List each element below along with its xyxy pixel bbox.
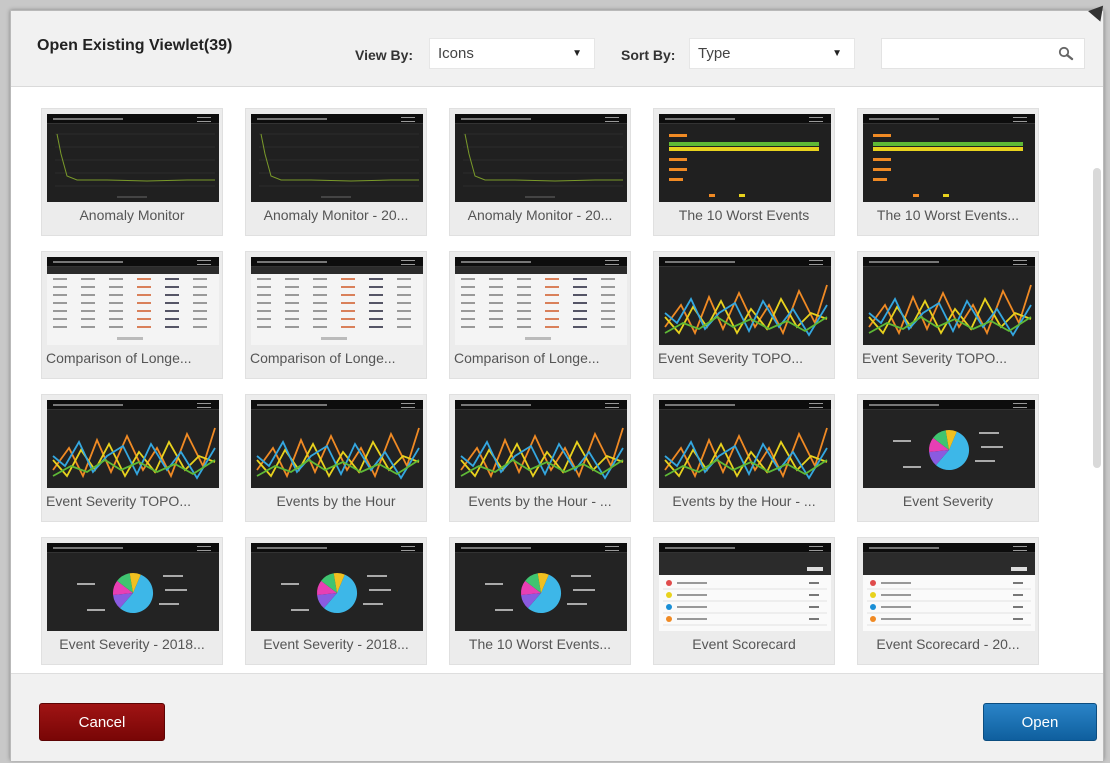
viewlet-thumbnail: [455, 257, 627, 345]
viewlet-tile[interactable]: Anomaly Monitor: [41, 108, 223, 236]
viewlet-tile[interactable]: Events by the Hour - ...: [653, 394, 835, 522]
sort-by-select[interactable]: Type ▼: [689, 38, 855, 69]
viewlet-thumbnail: [251, 114, 423, 202]
viewlet-tile[interactable]: Event Severity - 2018...: [245, 537, 427, 665]
viewlet-thumbnail: [659, 114, 831, 202]
viewlet-thumbnail: [455, 543, 627, 631]
viewlet-thumbnail: [47, 543, 219, 631]
viewlet-thumbnail: [863, 114, 1035, 202]
view-by-label: View By:: [355, 47, 414, 63]
search-icon[interactable]: [1058, 46, 1074, 62]
viewlet-name: Comparison of Longe...: [250, 350, 396, 366]
viewlet-tile[interactable]: Comparison of Longe...: [245, 251, 427, 379]
viewlet-name: Event Scorecard: [692, 636, 796, 652]
viewlet-thumbnail: [659, 400, 831, 488]
chevron-down-icon: ▼: [572, 48, 582, 59]
viewlet-tile[interactable]: Comparison of Longe...: [449, 251, 631, 379]
viewlet-name: Anomaly Monitor - 20...: [467, 207, 613, 223]
viewlet-name: Event Severity TOPO...: [862, 350, 1007, 366]
viewlet-thumbnail: [47, 114, 219, 202]
viewlet-tile[interactable]: Event Severity: [857, 394, 1039, 522]
viewlet-thumbnail: [251, 543, 423, 631]
viewlet-thumbnail: [455, 400, 627, 488]
viewlet-tile[interactable]: Event Severity TOPO...: [653, 251, 835, 379]
viewlet-thumbnail: [251, 400, 423, 488]
dialog-title: Open Existing Viewlet(39): [37, 37, 233, 54]
viewlet-name: Comparison of Longe...: [46, 350, 192, 366]
scrollbar[interactable]: [1093, 168, 1101, 468]
viewlet-tile[interactable]: The 10 Worst Events...: [449, 537, 631, 665]
viewlet-thumbnail: [863, 257, 1035, 345]
viewlet-tile[interactable]: The 10 Worst Events...: [857, 108, 1039, 236]
viewlet-tile[interactable]: Event Severity - 2018...: [41, 537, 223, 665]
viewlet-name: Events by the Hour - ...: [672, 493, 816, 509]
viewlet-name: Anomaly Monitor - 20...: [263, 207, 409, 223]
viewlet-tile[interactable]: Event Scorecard - 20...: [857, 537, 1039, 665]
chevron-down-icon: ▼: [832, 48, 842, 59]
viewlet-thumbnail: [251, 257, 423, 345]
viewlet-tile[interactable]: Comparison of Longe...: [41, 251, 223, 379]
viewlet-tile[interactable]: Events by the Hour - ...: [449, 394, 631, 522]
sort-by-value: Type: [698, 45, 731, 62]
viewlet-thumbnail: [863, 400, 1035, 488]
viewlet-thumbnail: [47, 257, 219, 345]
viewlet-thumbnail: [455, 114, 627, 202]
open-existing-viewlet-dialog: Open Existing Viewlet(39) View By: Icons…: [10, 5, 1108, 761]
viewlet-thumbnail: [659, 257, 831, 345]
viewlet-grid: Anomaly Monitor Anomaly Monitor - 20... An…: [41, 108, 1041, 665]
viewlet-name: The 10 Worst Events...: [876, 207, 1020, 223]
viewlet-tile[interactable]: Event Scorecard: [653, 537, 835, 665]
viewlet-tile[interactable]: Event Severity TOPO...: [41, 394, 223, 522]
viewlet-name: Events by the Hour: [276, 493, 396, 509]
open-button[interactable]: Open: [983, 703, 1097, 741]
viewlet-name: Event Severity - 2018...: [59, 636, 205, 652]
view-by-select[interactable]: Icons ▼: [429, 38, 595, 69]
viewlet-name: Events by the Hour - ...: [468, 493, 612, 509]
viewlet-tile[interactable]: Event Severity TOPO...: [857, 251, 1039, 379]
search-input[interactable]: [881, 38, 1085, 69]
viewlet-tile[interactable]: Anomaly Monitor - 20...: [449, 108, 631, 236]
viewlet-tile[interactable]: The 10 Worst Events: [653, 108, 835, 236]
viewlet-name: Event Scorecard - 20...: [876, 636, 1020, 652]
viewlet-name: Event Severity TOPO...: [46, 493, 191, 509]
viewlet-list: Anomaly Monitor Anomaly Monitor - 20... An…: [11, 88, 1103, 673]
viewlet-thumbnail: [659, 543, 831, 631]
viewlet-thumbnail: [47, 400, 219, 488]
viewlet-name: Event Severity - 2018...: [263, 636, 409, 652]
viewlet-name: Event Severity: [902, 493, 994, 509]
viewlet-name: Comparison of Longe...: [454, 350, 600, 366]
view-by-value: Icons: [438, 45, 474, 62]
viewlet-tile[interactable]: Anomaly Monitor - 20...: [245, 108, 427, 236]
sort-by-label: Sort By:: [621, 47, 676, 63]
viewlet-name: The 10 Worst Events...: [468, 636, 612, 652]
resize-corner-icon: [1088, 5, 1108, 25]
viewlet-thumbnail: [863, 543, 1035, 631]
dialog-footer: Cancel Open: [11, 673, 1103, 761]
viewlet-name: Anomaly Monitor: [79, 207, 185, 223]
cancel-button[interactable]: Cancel: [39, 703, 165, 741]
viewlet-name: The 10 Worst Events: [678, 207, 810, 223]
viewlet-tile[interactable]: Events by the Hour: [245, 394, 427, 522]
viewlet-name: Event Severity TOPO...: [658, 350, 803, 366]
dialog-header: Open Existing Viewlet(39) View By: Icons…: [11, 5, 1108, 87]
